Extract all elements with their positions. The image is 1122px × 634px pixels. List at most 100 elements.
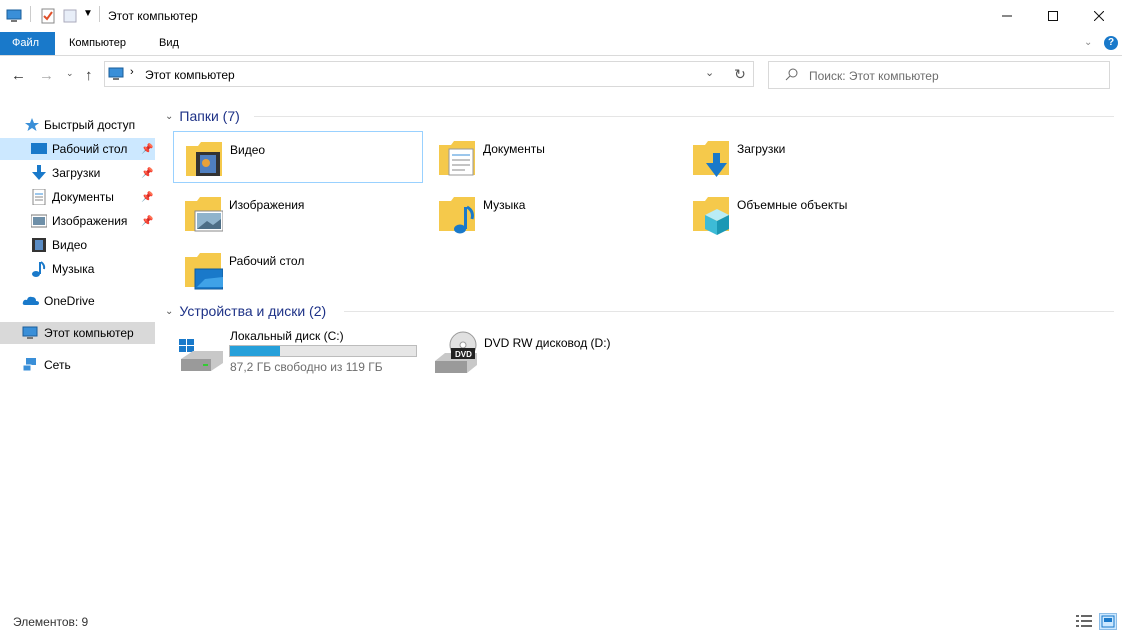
music-folder-icon	[437, 191, 477, 235]
folder-label: Изображения	[229, 198, 305, 212]
folder-tile-desktop[interactable]: Рабочий стол	[173, 243, 423, 295]
folders-section-header[interactable]: ⌄ Папки (7)	[165, 108, 240, 124]
folder-label: Рабочий стол	[229, 254, 305, 268]
folder-label: Загрузки	[737, 142, 786, 156]
folder-label: Документы	[483, 142, 545, 156]
nav-item-documents[interactable]: Документы 📌	[0, 186, 155, 208]
star-icon	[24, 117, 40, 133]
3d-objects-folder-icon	[691, 191, 731, 235]
window-title: Этот компьютер	[108, 9, 198, 23]
tab-file[interactable]: Файл	[0, 32, 55, 55]
pin-icon[interactable]: 📌	[141, 144, 153, 155]
help-icon[interactable]: ?	[1104, 36, 1118, 50]
nav-label: Изображения	[52, 214, 128, 228]
new-folder-icon[interactable]	[62, 8, 78, 27]
nav-item-music[interactable]: Музыка	[0, 258, 155, 280]
folder-tile-3d-objects[interactable]: Объемные объекты	[681, 187, 931, 239]
music-note-icon	[31, 261, 47, 277]
divider	[254, 116, 1114, 117]
tab-computer[interactable]: Компьютер	[57, 32, 138, 55]
nav-label: Видео	[52, 238, 88, 252]
search-input[interactable]: Поиск: Этот компьютер	[768, 61, 1110, 89]
folder-tile-music[interactable]: Музыка	[427, 187, 677, 239]
nav-this-pc[interactable]: Этот компьютер	[0, 322, 155, 344]
folder-label: Объемные объекты	[737, 198, 848, 212]
pin-icon[interactable]: 📌	[141, 216, 153, 227]
details-view-icon[interactable]	[1076, 614, 1092, 631]
ribbon-tabs: Файл Компьютер Вид ⌄ ?	[0, 32, 1122, 56]
properties-icon[interactable]	[40, 8, 56, 27]
title-bar: ▼ Этот компьютер	[0, 0, 1122, 32]
folder-tile-downloads[interactable]: Загрузки	[681, 131, 931, 183]
computer-icon	[22, 325, 38, 341]
minimize-button[interactable]	[984, 0, 1030, 32]
nav-item-videos[interactable]: Видео	[0, 234, 155, 256]
pictures-folder-icon	[183, 191, 224, 235]
search-icon	[785, 68, 799, 85]
nav-quick-access[interactable]: Быстрый доступ	[0, 114, 155, 136]
ribbon-expand-icon[interactable]: ⌄	[1084, 37, 1092, 48]
quick-access-dropdown-icon[interactable]: ▼	[83, 8, 93, 19]
drive-tile-d[interactable]: DVD DVD RW дисковод (D:)	[427, 327, 677, 379]
pin-icon[interactable]: 📌	[141, 192, 153, 203]
up-arrow-icon[interactable]: ↑	[85, 67, 93, 84]
dvd-badge: DVD	[455, 350, 472, 359]
downloads-folder-icon	[691, 135, 731, 179]
folder-label: Видео	[230, 143, 266, 157]
nav-label: Рабочий стол	[52, 142, 128, 156]
pin-icon[interactable]: 📌	[141, 168, 153, 179]
network-icon	[22, 357, 38, 373]
local-disk-icon	[179, 337, 225, 376]
nav-item-pictures[interactable]: Изображения 📌	[0, 210, 155, 232]
film-icon	[31, 237, 47, 253]
status-items-count: Элементов: 9	[13, 615, 89, 629]
maximize-button[interactable]	[1030, 0, 1076, 32]
address-dropdown-icon[interactable]: ⌄	[705, 66, 714, 79]
recent-locations-icon[interactable]: ⌄	[66, 68, 74, 79]
address-row: ← → ⌄ ↑ › Этот компьютер ⌄ ↻ Поиск: Этот…	[0, 55, 1122, 95]
folder-tile-videos[interactable]: Видео	[173, 131, 423, 183]
desktop-icon	[31, 141, 47, 157]
cloud-icon	[22, 293, 39, 309]
forward-arrow-icon[interactable]: →	[39, 67, 54, 84]
collapse-chevron-icon[interactable]: ⌄	[165, 306, 173, 317]
disk-usage-fill	[230, 346, 281, 356]
devices-section-header[interactable]: ⌄ Устройства и диски (2)	[165, 303, 326, 319]
folder-label: Музыка	[483, 198, 526, 212]
breadcrumb-chevron-icon[interactable]: ›	[130, 66, 134, 78]
drive-tile-c[interactable]: Локальный диск (C:) 87,2 ГБ свободно из …	[173, 327, 423, 379]
nav-label: Документы	[52, 190, 114, 204]
nav-onedrive[interactable]: OneDrive	[0, 290, 155, 312]
desktop-folder-icon	[183, 247, 224, 291]
nav-label: OneDrive	[44, 294, 95, 308]
pictures-icon	[30, 213, 48, 229]
search-placeholder: Поиск: Этот компьютер	[809, 69, 939, 83]
folder-tile-documents[interactable]: Документы	[427, 131, 677, 183]
separator	[30, 6, 31, 22]
refresh-button[interactable]: ↻	[727, 61, 754, 87]
separator	[99, 6, 100, 22]
tiles-view-icon[interactable]	[1099, 613, 1117, 630]
document-icon	[31, 188, 47, 206]
nav-label: Сеть	[44, 358, 71, 372]
breadcrumb[interactable]: Этот компьютер	[145, 68, 235, 82]
navigation-pane: Быстрый доступ Рабочий стол 📌 Загрузки 📌…	[0, 95, 158, 605]
nav-label: Музыка	[52, 262, 95, 276]
download-arrow-icon	[31, 165, 47, 181]
nav-item-downloads[interactable]: Загрузки 📌	[0, 162, 155, 184]
drive-free-space: 87,2 ГБ свободно из 119 ГБ	[230, 360, 383, 374]
address-bar[interactable]: › Этот компьютер ⌄	[104, 61, 754, 87]
folder-tile-pictures[interactable]: Изображения	[173, 187, 423, 239]
drive-label: Локальный диск (C:)	[230, 329, 344, 343]
nav-network[interactable]: Сеть	[0, 354, 155, 376]
close-button[interactable]	[1076, 0, 1122, 32]
tab-view[interactable]: Вид	[147, 32, 191, 55]
back-arrow-icon[interactable]: ←	[11, 67, 26, 84]
nav-item-desktop[interactable]: Рабочий стол 📌	[0, 138, 155, 160]
collapse-chevron-icon[interactable]: ⌄	[165, 111, 173, 122]
section-title: Устройства и диски (2)	[179, 303, 327, 319]
nav-label: Быстрый доступ	[44, 118, 136, 132]
computer-icon	[108, 66, 124, 85]
documents-folder-icon	[437, 135, 477, 179]
computer-icon	[6, 8, 22, 27]
